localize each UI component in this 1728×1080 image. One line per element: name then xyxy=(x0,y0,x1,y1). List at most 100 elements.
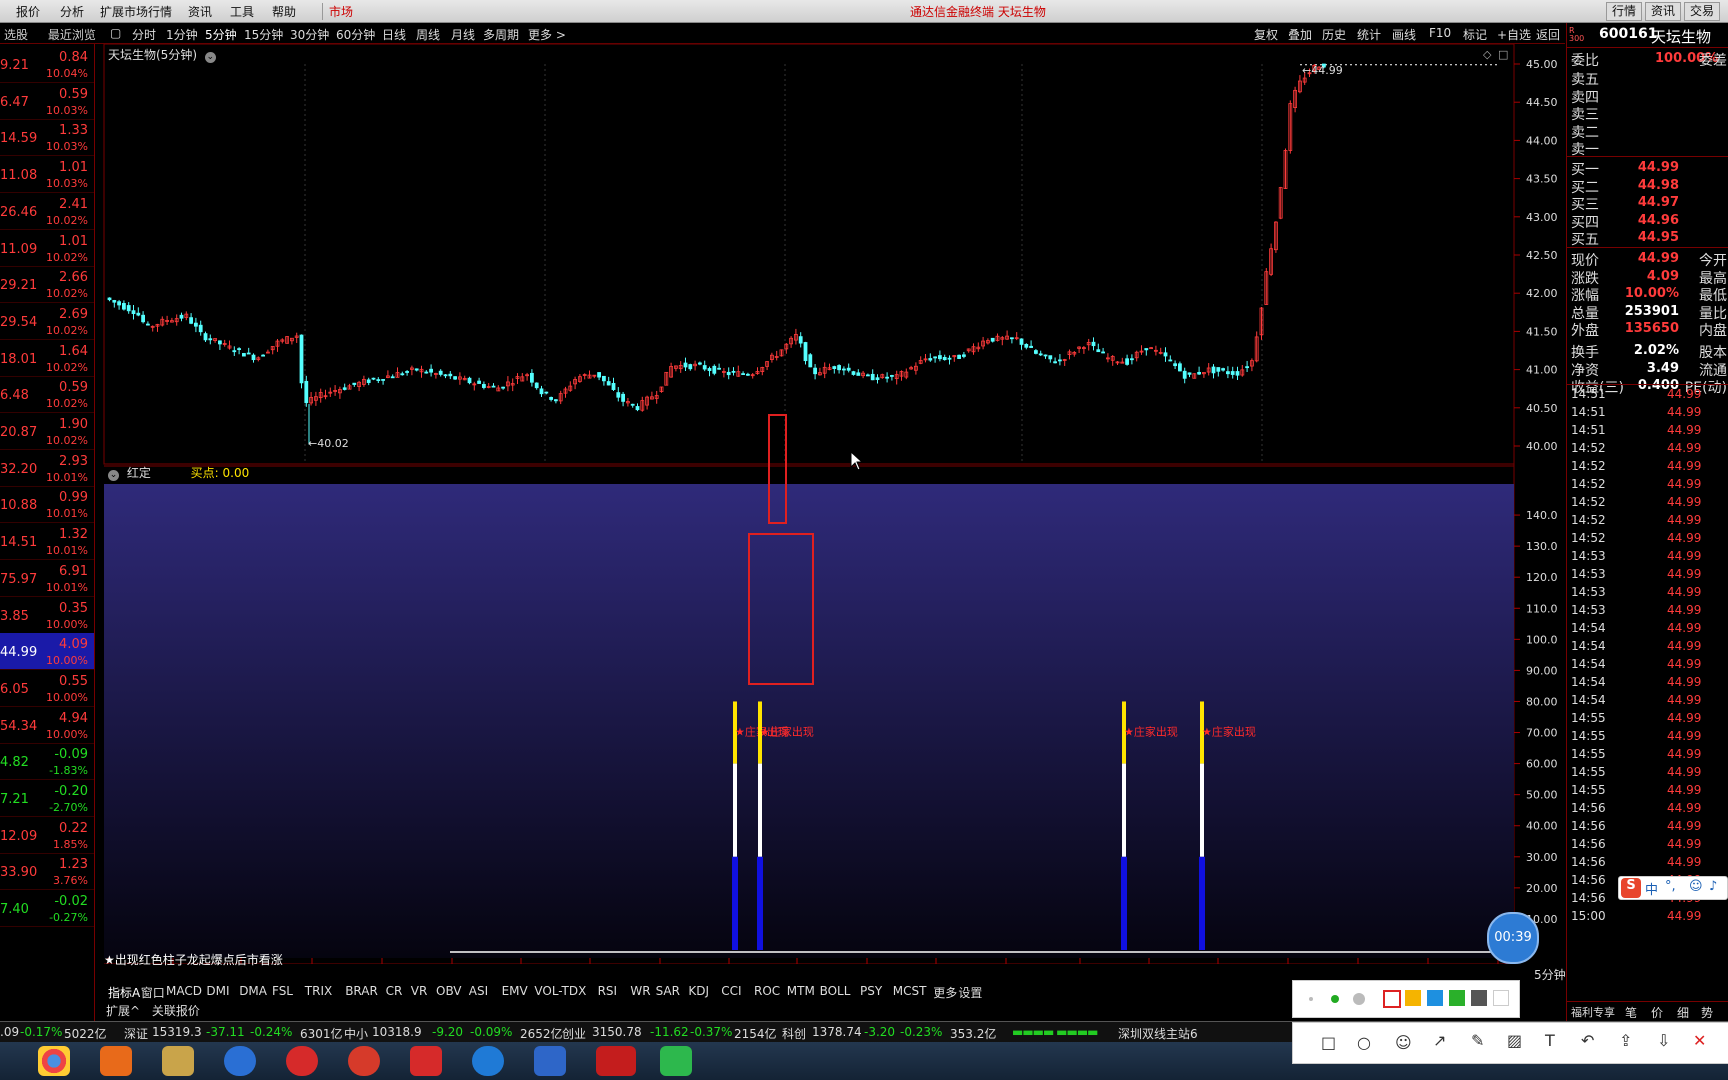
indicator-tab[interactable]: OBV xyxy=(436,984,462,998)
color-gray-swatch[interactable] xyxy=(1471,990,1487,1006)
folder-icon[interactable] xyxy=(162,1046,194,1076)
pen-tool-icon[interactable]: ✎ xyxy=(1471,1031,1484,1050)
indicator-tab[interactable]: WR xyxy=(630,984,650,998)
tab-trades[interactable]: 笔 xyxy=(1625,1004,1637,1021)
period-intraday[interactable]: 分时 xyxy=(132,26,156,43)
chrome-icon[interactable] xyxy=(38,1046,70,1076)
chevron-down-icon[interactable]: ⌄ xyxy=(108,470,119,481)
indicator-tab[interactable]: ROC xyxy=(754,984,780,998)
color-yellow-swatch[interactable] xyxy=(1405,990,1421,1006)
tab-trend[interactable]: 势 xyxy=(1701,1004,1713,1021)
mic-icon[interactable]: ♪ xyxy=(1709,879,1717,894)
indicator-tab[interactable]: MTM xyxy=(787,984,815,998)
size-medium-icon[interactable] xyxy=(1331,995,1339,1003)
download-icon[interactable]: ⇩ xyxy=(1657,1031,1670,1050)
indicator-tab[interactable]: MCST xyxy=(893,984,927,998)
header-recent[interactable]: 最近浏览 xyxy=(48,28,96,42)
arrow-tool-icon[interactable]: ↗ xyxy=(1433,1031,1446,1050)
indicator-tab[interactable]: FSL xyxy=(272,984,293,998)
tab-related-quote[interactable]: 关联报价 xyxy=(152,1004,200,1018)
period-5min[interactable]: 5分钟 xyxy=(205,26,237,43)
tab-detail[interactable]: 细 xyxy=(1677,1004,1689,1021)
indicator-tab[interactable]: SAR xyxy=(656,984,680,998)
color-white-swatch[interactable] xyxy=(1493,990,1509,1006)
indicator-tab[interactable]: VOL-TDX xyxy=(534,984,586,998)
menu-market-tab[interactable]: 市场 xyxy=(322,3,353,20)
tool-stats[interactable]: 统计 xyxy=(1357,26,1381,43)
period-30min[interactable]: 30分钟 xyxy=(290,26,329,43)
indicator-tab[interactable]: DMA xyxy=(239,984,267,998)
recording-timer[interactable]: 00:39 xyxy=(1487,912,1539,964)
tool-f10[interactable]: F10 xyxy=(1429,26,1451,40)
app-icon-s[interactable] xyxy=(224,1046,256,1076)
menu-item-quote[interactable]: 报价 xyxy=(16,3,40,20)
indicator-tab[interactable]: RSI xyxy=(598,984,618,998)
size-large-icon[interactable] xyxy=(1353,993,1365,1005)
menu-item-help[interactable]: 帮助 xyxy=(272,3,296,20)
undo-icon[interactable]: ↶ xyxy=(1581,1031,1594,1050)
period-monthly[interactable]: 月线 xyxy=(451,26,475,43)
wechat-icon[interactable] xyxy=(660,1046,692,1076)
tab-price[interactable]: 价 xyxy=(1651,1004,1663,1021)
indicator-tab[interactable]: PSY xyxy=(860,984,882,998)
menu-item-news[interactable]: 资讯 xyxy=(188,3,212,20)
period-1min[interactable]: 1分钟 xyxy=(166,26,198,43)
app-icon-blue[interactable] xyxy=(534,1046,566,1076)
app-icon-orange[interactable] xyxy=(100,1046,132,1076)
indicator-tab[interactable]: 指标A xyxy=(108,984,140,1001)
color-green-swatch[interactable] xyxy=(1449,990,1465,1006)
menu-item-extended-market[interactable]: 扩展市场行情 xyxy=(100,3,172,20)
panel-toggle-icon[interactable]: ▢ xyxy=(110,26,121,40)
header-select-stock[interactable]: 选股 xyxy=(4,28,28,42)
netease-music-icon[interactable] xyxy=(286,1046,318,1076)
period-60min[interactable]: 60分钟 xyxy=(336,26,375,43)
indicator-tab[interactable]: KDJ xyxy=(688,984,709,998)
punct-icon[interactable]: °, xyxy=(1665,879,1676,894)
top-button-news[interactable]: 资讯 xyxy=(1645,2,1682,21)
mosaic-tool-icon[interactable]: ☺ xyxy=(1395,1033,1412,1052)
top-button-quotes[interactable]: 行情 xyxy=(1606,2,1643,21)
indicator-tab[interactable]: CCI xyxy=(721,984,741,998)
menu-item-tools[interactable]: 工具 xyxy=(230,3,254,20)
tool-history[interactable]: 历史 xyxy=(1322,26,1346,43)
diamond-icon[interactable]: ◇ xyxy=(1483,48,1492,61)
indicator-tab[interactable]: 窗口 xyxy=(141,984,165,1001)
tool-add-watchlist[interactable]: +自选 xyxy=(1497,26,1531,43)
tdx-app-icon[interactable] xyxy=(596,1046,636,1076)
blur-tool-icon[interactable]: ▨ xyxy=(1507,1031,1522,1050)
emoji-icon[interactable]: ☺ xyxy=(1689,879,1703,894)
color-red-swatch[interactable] xyxy=(1383,990,1401,1008)
period-weekly[interactable]: 周线 xyxy=(416,26,440,43)
close-icon[interactable]: ✕ xyxy=(1693,1031,1706,1050)
indicator-tab[interactable]: TRIX xyxy=(305,984,332,998)
text-tool-icon[interactable]: T xyxy=(1545,1031,1555,1050)
size-small-icon[interactable] xyxy=(1309,997,1313,1001)
share-icon[interactable]: ⇪ xyxy=(1619,1031,1632,1050)
indicator-tab[interactable]: ASI xyxy=(469,984,488,998)
indicator-tab[interactable]: 更多 xyxy=(933,984,957,1001)
indicator-tab[interactable]: CR xyxy=(386,984,403,998)
indicator-tab[interactable]: VR xyxy=(411,984,428,998)
tab-extend[interactable]: 扩展^ xyxy=(106,1004,140,1018)
indicator-tab[interactable]: MACD xyxy=(166,984,202,998)
circle-tool-icon[interactable]: ○ xyxy=(1357,1033,1371,1052)
indicator-tab[interactable]: BRAR xyxy=(345,984,378,998)
tool-draw[interactable]: 画线 xyxy=(1392,26,1416,43)
color-blue-swatch[interactable] xyxy=(1427,990,1443,1006)
app-icon-red-circle[interactable] xyxy=(348,1046,380,1076)
square-icon[interactable]: □ xyxy=(1498,48,1508,61)
ie-icon[interactable] xyxy=(472,1046,504,1076)
top-button-trade[interactable]: 交易 xyxy=(1684,2,1721,21)
rectangle-tool-icon[interactable]: □ xyxy=(1321,1033,1336,1052)
indicator-tab[interactable]: DMI xyxy=(206,984,229,998)
app-icon-audio[interactable] xyxy=(410,1046,442,1076)
indicator-tab[interactable]: 设置 xyxy=(958,984,982,1001)
tool-fuquan[interactable]: 复权 xyxy=(1254,26,1278,43)
tool-back[interactable]: 返回 xyxy=(1536,26,1560,43)
tool-overlay[interactable]: 叠加 xyxy=(1288,26,1312,43)
chevron-down-icon[interactable]: ⌄ xyxy=(204,52,216,63)
menu-item-analysis[interactable]: 分析 xyxy=(60,3,84,20)
chart-area[interactable]: 45.00 44.50 44.00 43.50 43.00 42.50 42.00 41.50… xyxy=(0,44,1565,964)
period-daily[interactable]: 日线 xyxy=(382,26,406,43)
period-multi[interactable]: 多周期 xyxy=(483,26,519,43)
